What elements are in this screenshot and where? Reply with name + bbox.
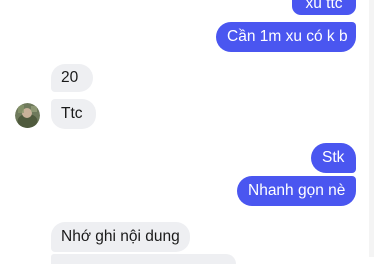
message-bubble-outgoing[interactable]: Nhanh gọn nè [237, 176, 356, 206]
message-bubble-incoming[interactable]: Ttc [51, 99, 96, 129]
scrollbar[interactable] [369, 0, 374, 257]
message-bubble-incoming[interactable]: 20 [51, 64, 93, 92]
chat-screen: { "conversation": { "messages": [ {"send… [0, 0, 374, 264]
contact-avatar[interactable] [15, 103, 40, 128]
message-bubble-incoming[interactable]: Nhớ ghi nội dung [51, 222, 190, 252]
message-text: Nhớ ghi nội dung [61, 228, 180, 245]
message-bubble-outgoing[interactable]: Stk [311, 143, 356, 173]
message-bubble-outgoing[interactable]: Cần 1m xu có k b [216, 22, 356, 52]
message-text: xu ttc [305, 0, 343, 12]
message-text: Stk [322, 149, 345, 166]
message-text: Nhanh gọn nè [248, 182, 346, 199]
message-text: 20 [61, 69, 79, 86]
avatar-image-icon [15, 103, 40, 128]
message-bubble-outgoing[interactable]: xu ttc [292, 0, 356, 15]
message-text: Ttc [61, 105, 83, 122]
message-text: Cần 1m xu có k b [227, 28, 348, 45]
message-bubble-incoming-partial[interactable] [51, 254, 236, 264]
